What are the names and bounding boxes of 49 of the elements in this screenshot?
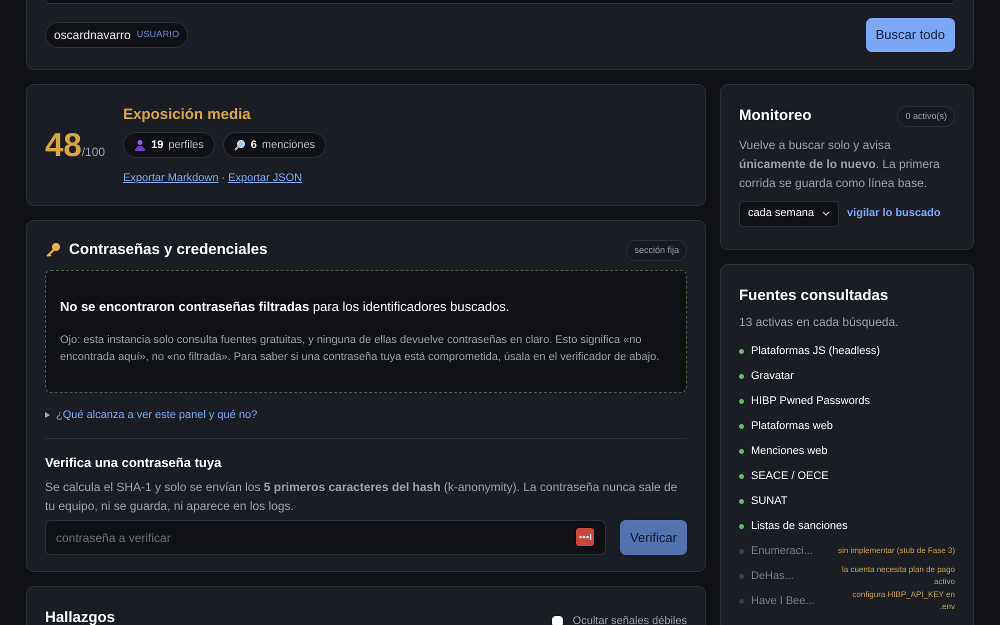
source-name: Have I Bee... [751, 594, 815, 609]
monitor-badge: 0 activo(s) [897, 106, 955, 127]
score-max: /100 [82, 144, 106, 162]
monitor-title: Monitoreo [739, 106, 812, 126]
source-name: Menciones web [751, 444, 828, 459]
source-name: Gravatar [751, 368, 794, 384]
sources-subtitle: 13 activas en cada búsqueda. [739, 314, 900, 330]
source-note: configura HIBP_API_KEY en .env [851, 589, 955, 613]
export-markdown-link[interactable]: Exportar Markdown [123, 170, 218, 186]
magnifier-icon [234, 139, 246, 151]
frequency-select[interactable]: cada semana [739, 200, 840, 226]
verify-title: Verifica una contraseña tuya [45, 454, 222, 472]
link-separator: · [221, 171, 226, 186]
username: oscardnavarro [54, 27, 131, 44]
search-all-button[interactable]: Buscar todo [866, 18, 955, 52]
hide-weak-label: Ocultar señales débiles [572, 614, 687, 625]
source-name: DeHas... [751, 568, 794, 584]
source-name: Listas de sanciones [751, 518, 848, 534]
verify-button[interactable]: Verificar [620, 520, 687, 555]
key-icon [45, 242, 61, 258]
exposure-score: 48 [45, 125, 82, 166]
result-note: Ojo: esta instancia solo consulta fuentes gratuitas, y ninguna de ellas devuelve contraseñas en claro. Esto significa «no encontrada aquí», no «no filtrada». Para saber si una contraseña tuya está comprometida, úsala en el verificador de abajo. [60, 333, 660, 365]
monitor-description: Vuelve a buscar solo y avisa únicamente de lo nuevo. La primera corrida se guarda como línea base. [739, 136, 941, 192]
section-title: Contraseñas y credenciales [69, 240, 268, 260]
stat-chip: 6 menciones [222, 132, 326, 158]
findings-title: Hallazgos [45, 608, 116, 625]
source-name: Enumeraci... [751, 544, 813, 559]
result-message: No se encontraron contraseñas filtradas para los identificadores buscados. [60, 298, 510, 316]
panel-disclosure[interactable]: ¿Qué alcanza a ver este panel y qué no? [45, 407, 687, 424]
hide-weak-checkbox[interactable] [552, 616, 563, 625]
password-manager-icon[interactable] [576, 528, 594, 546]
chevron-down-icon [822, 211, 830, 216]
source-name: Plataformas JS (headless) [751, 344, 880, 359]
password-field[interactable]: contraseña a verificar [45, 520, 606, 555]
disclosure-triangle-icon [45, 412, 50, 418]
stat-chip: 19 perfiles [123, 132, 215, 158]
source-name: SUNAT [751, 494, 788, 509]
user-tag: USUARIO [136, 28, 180, 42]
person-icon [134, 139, 146, 151]
export-json-link[interactable]: Exportar JSON [228, 170, 302, 186]
source-name: HIBP Pwned Passwords [751, 394, 870, 409]
source-note: sin implementar (stub de Fase 3) [838, 545, 955, 557]
sources-title: Fuentes consultadas [739, 286, 890, 306]
verify-description: Se calcula el SHA-1 y solo se envían los 5 primeros caracteres del hash (k-anonymity). La contraseña nunca sale de tu equipo, ni se guarda, ni aparece en los logs. [45, 479, 678, 515]
source-name: Plataformas web [751, 418, 833, 434]
watch-link[interactable]: vigilar lo buscado [847, 205, 941, 222]
exposure-title: Exposición media [123, 104, 252, 124]
section-badge: sección fija [626, 240, 687, 261]
source-name: SEACE / OECE [751, 468, 829, 484]
